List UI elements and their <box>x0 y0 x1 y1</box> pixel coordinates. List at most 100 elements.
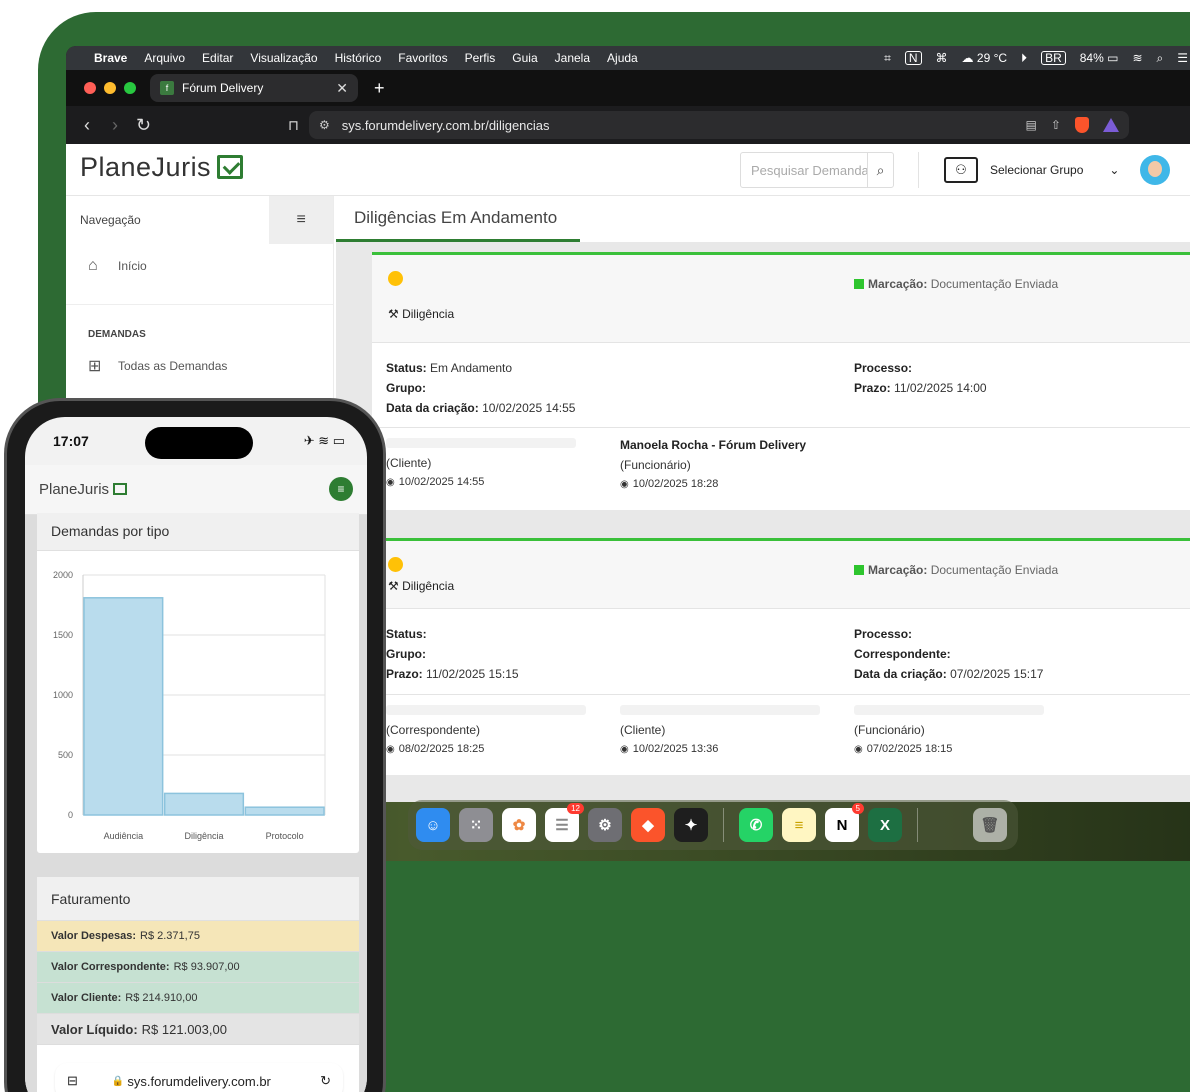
faturamento-row-despesas: Valor Despesas: R$ 2.371,75 <box>37 921 359 952</box>
person-seen-date: 10/02/2025 18:28 <box>632 478 719 490</box>
person-funcionario: (Funcionário) ◉ 07/02/2025 18:15 <box>854 705 1044 755</box>
finder-icon[interactable]: ☺ <box>416 808 450 842</box>
share-icon[interactable]: ⇧ <box>1051 118 1061 132</box>
command-status-icon[interactable]: ⌘ <box>936 51 948 65</box>
diligence-list: ⚒ Diligência Marcação: Documentação Envi… <box>336 242 1190 861</box>
eye-icon: ◉ <box>386 477 395 488</box>
forward-icon[interactable]: › <box>108 115 122 136</box>
status-dot-icon <box>388 557 403 572</box>
macos-menubar: Brave Arquivo Editar Visualização Histór… <box>66 46 1190 70</box>
logo-check-icon <box>113 483 128 495</box>
card-people: (Cliente) ◉ 10/02/2025 14:55 Manoela Roch… <box>372 428 1190 510</box>
notion-icon[interactable]: N5 <box>825 803 864 842</box>
prazo-field: Prazo: 11/02/2025 15:15 <box>386 667 519 681</box>
notes-icon[interactable]: ≡ <box>782 808 816 842</box>
logo-check-icon <box>217 155 244 179</box>
menu-item-editar[interactable]: Editar <box>202 51 233 65</box>
redacted-name <box>620 705 820 715</box>
diligence-card[interactable]: ⚒ Diligência Marcação: Documentação Envi… <box>372 538 1190 775</box>
close-tab-icon[interactable]: ✕ <box>336 80 348 97</box>
browser-tab[interactable]: f Fórum Delivery ✕ <box>150 74 358 102</box>
sidebar-section-demandas: DEMANDAS <box>66 304 333 346</box>
launchpad-icon[interactable]: ⁙ <box>459 808 493 842</box>
phone-logo[interactable]: PlaneJuris <box>39 481 128 498</box>
battery-indicator[interactable]: 84% ▭ <box>1080 51 1119 65</box>
notion-badge: 5 <box>851 803 864 814</box>
faturamento-title: Faturamento <box>37 877 359 921</box>
notion-status-icon[interactable]: N <box>904 51 922 65</box>
window-controls <box>84 82 136 94</box>
dynamic-island <box>145 427 253 459</box>
menu-item-historico[interactable]: Histórico <box>335 51 382 65</box>
page-title: Diligências Em Andamento <box>354 208 558 227</box>
dock-separator <box>723 808 724 842</box>
zoom-window-button[interactable] <box>124 82 136 94</box>
app-logo[interactable]: PlaneJuris <box>80 152 244 183</box>
back-icon[interactable]: ‹ <box>80 115 94 136</box>
brave-rewards-icon[interactable] <box>1102 118 1119 132</box>
close-window-button[interactable] <box>84 82 96 94</box>
logo-text: PlaneJuris <box>80 152 212 182</box>
reload-icon[interactable]: ↻ <box>136 115 151 136</box>
spotlight-icon[interactable]: ⌕ <box>1157 51 1164 66</box>
demandas-chart: 0 500 1000 1500 2000 Audiência Diligência Proto… <box>53 570 326 841</box>
menu-item-favoritos[interactable]: Favoritos <box>398 51 447 65</box>
reminders-icon[interactable]: ☰ 12 <box>545 803 584 842</box>
avatar[interactable] <box>1140 155 1170 185</box>
menu-item-arquivo[interactable]: Arquivo <box>144 51 185 65</box>
menu-item-guia[interactable]: Guia <box>512 51 537 65</box>
wifi-icon[interactable]: ≋ <box>1132 51 1142 65</box>
weather-icon[interactable]: ☁ 29 °C <box>962 51 1008 65</box>
minimize-window-button[interactable] <box>104 82 116 94</box>
address-bar[interactable]: ⚙ sys.forumdelivery.com.br/diligencias ▤… <box>308 111 1129 139</box>
brave-icon[interactable]: ◆ <box>631 808 665 842</box>
sidebar-nav-label: Navegação <box>80 213 141 227</box>
system-settings-icon[interactable]: ⚙ <box>588 808 622 842</box>
marcacao-color-icon <box>854 565 864 575</box>
trash-icon[interactable]: 🗑 <box>973 808 1007 842</box>
sidebar-item-inicio[interactable]: ⌂ Início <box>66 246 333 286</box>
favicon-icon: f <box>160 81 174 95</box>
phone-device: 17:07 ✈ ≋ ▭ PlaneJuris ≡ Demandas por ti… <box>4 398 386 1092</box>
search-input[interactable] <box>751 162 867 178</box>
site-settings-icon[interactable]: ⚙ <box>319 118 330 132</box>
menu-item-ajuda[interactable]: Ajuda <box>607 51 638 65</box>
person-cliente: (Cliente) ◉ 10/02/2025 13:36 <box>620 705 820 755</box>
hamburger-menu-icon[interactable]: ≡ <box>269 196 333 244</box>
menu-item-janela[interactable]: Janela <box>555 51 590 65</box>
diligence-card[interactable]: ⚒ Diligência Marcação: Documentação Envi… <box>372 252 1190 510</box>
tabs-icon[interactable]: ⊟ <box>67 1073 78 1089</box>
input-source[interactable]: BR <box>1041 51 1066 65</box>
sidebar-item-todas-demandas[interactable]: ⊞ Todas as Demandas <box>66 346 333 386</box>
control-center-icon[interactable]: ☰ <box>1177 51 1188 65</box>
excel-icon[interactable]: X <box>868 808 902 842</box>
status-value: Em Andamento <box>430 361 513 375</box>
processo-label: Processo: <box>854 361 913 375</box>
sidebar-header: Navegação ≡ <box>66 196 333 244</box>
menu-item-visualizacao[interactable]: Visualização <box>250 51 317 65</box>
reader-mode-icon[interactable]: ▤ <box>1026 118 1037 132</box>
group-selector[interactable]: ⚇ Selecionar Grupo ⌄ <box>944 157 1119 183</box>
faturamento-value: R$ 121.003,00 <box>141 1021 227 1037</box>
figma-status-icon[interactable]: ⌗ <box>884 51 891 66</box>
phone-address-bar[interactable]: ⊟ 🔒 sys.forumdelivery.com.br ↻ <box>55 1063 343 1092</box>
menu-app-name[interactable]: Brave <box>94 51 127 65</box>
menu-item-perfis[interactable]: Perfis <box>465 51 496 65</box>
card-details: Status: Grupo: Prazo: 11/02/2025 15:15 P… <box>372 609 1190 695</box>
new-tab-icon[interactable]: + <box>374 78 385 99</box>
status-field: Status: <box>386 627 427 641</box>
home-icon: ⌂ <box>88 257 98 274</box>
eye-icon: ◉ <box>854 744 863 755</box>
bookmark-icon[interactable]: ⊓ <box>288 117 299 134</box>
person-seen-date: 10/02/2025 14:55 <box>398 476 485 488</box>
weather-temp: 29 °C <box>976 51 1008 65</box>
search-icon[interactable]: ⌕ <box>867 153 893 187</box>
whatsapp-icon[interactable]: ✆ <box>739 808 773 842</box>
reload-icon[interactable]: ↻ <box>320 1073 331 1089</box>
play-status-icon[interactable]: ⏵ <box>1021 51 1027 66</box>
brave-shields-icon[interactable] <box>1074 117 1089 133</box>
phone-menu-icon[interactable]: ≡ <box>329 477 353 501</box>
photos-icon[interactable]: ✿ <box>502 808 536 842</box>
figma-icon[interactable]: ✦ <box>674 808 708 842</box>
criacao-label: Data da criação: <box>386 401 479 415</box>
